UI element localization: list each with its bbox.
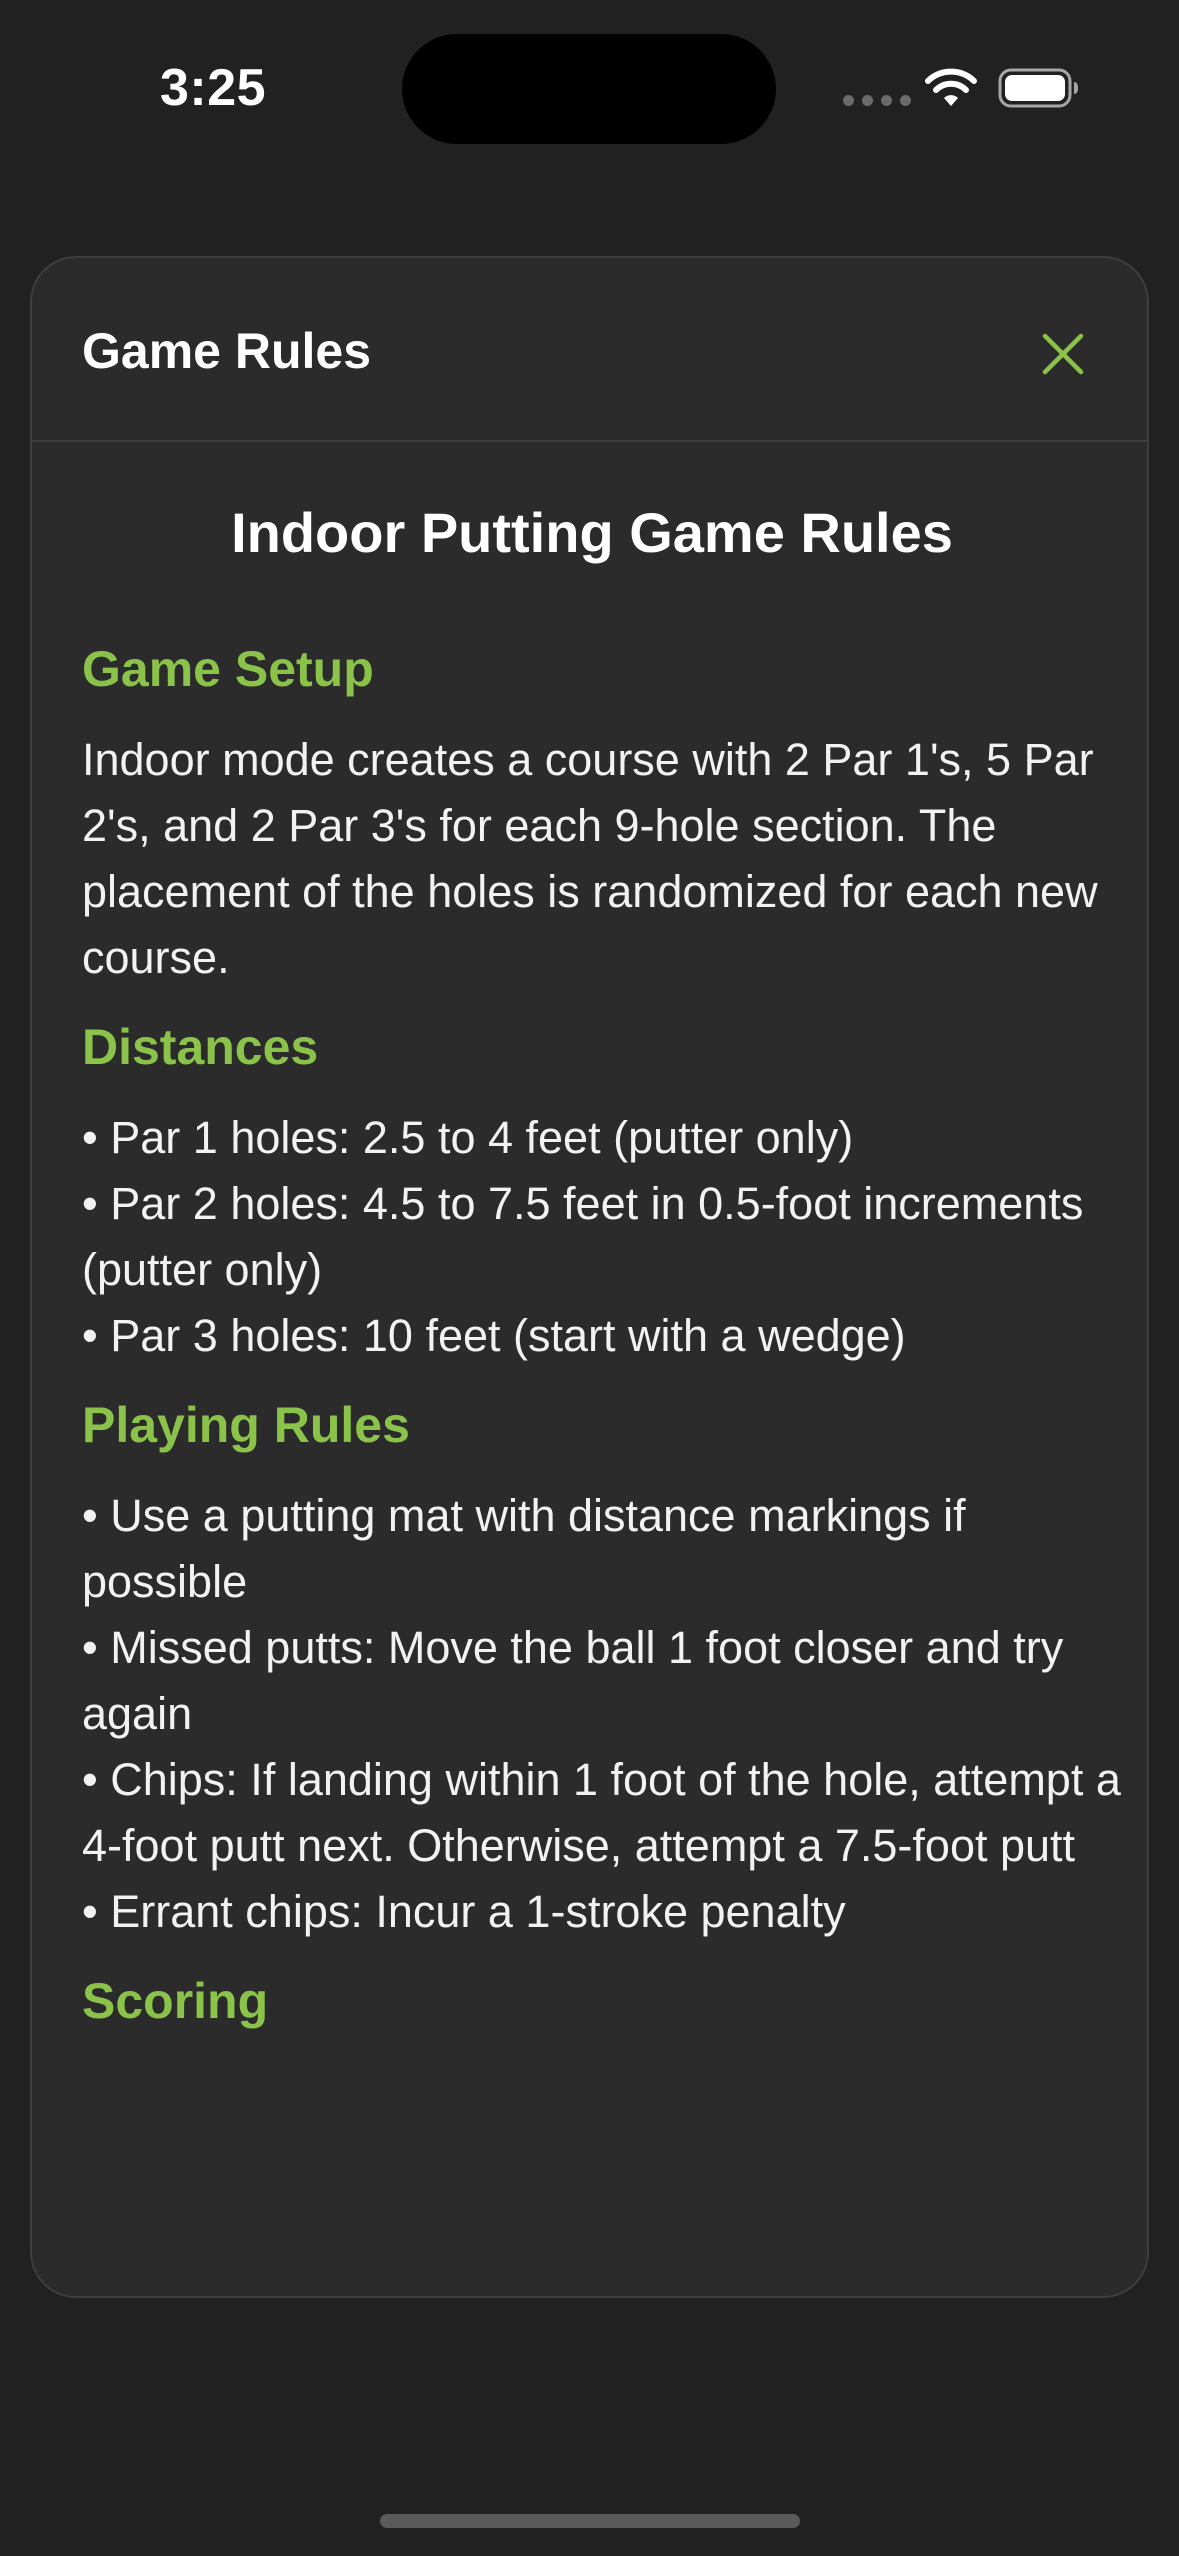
- list-item: • Chips: If landing within 1 foot of the…: [82, 1754, 1121, 1871]
- distances-list: • Par 1 holes: 2.5 to 4 feet (putter onl…: [82, 1105, 1122, 1369]
- wifi-icon: [925, 68, 977, 106]
- game-rules-sheet: Game Rules Indoor Putting Game Rules Gam…: [30, 256, 1149, 2298]
- list-item: • Par 3 holes: 10 feet (start with a wed…: [82, 1310, 906, 1361]
- scoring-heading: Scoring: [82, 1973, 269, 2029]
- game-setup-heading: Game Setup: [82, 641, 374, 697]
- distances-heading: Distances: [82, 1019, 319, 1075]
- cellular-signal-icon: [843, 95, 911, 106]
- close-icon[interactable]: [1035, 326, 1091, 382]
- rules-content[interactable]: Indoor Putting Game Rules Game Setup Ind…: [82, 442, 1122, 2031]
- game-setup-body: Indoor mode creates a course with 2 Par …: [82, 734, 1098, 983]
- list-item: • Par 2 holes: 4.5 to 7.5 feet in 0.5-fo…: [82, 1178, 1084, 1295]
- list-item: • Missed putts: Move the ball 1 foot clo…: [82, 1622, 1064, 1739]
- rules-title: Indoor Putting Game Rules: [231, 501, 953, 564]
- playing-rules-heading: Playing Rules: [82, 1397, 410, 1453]
- sheet-header: Game Rules: [32, 258, 1147, 442]
- home-indicator[interactable]: [380, 2514, 800, 2528]
- playing-rules-list: • Use a putting mat with distance markin…: [82, 1483, 1122, 1945]
- dynamic-island: [402, 34, 776, 144]
- battery-icon: [998, 68, 1078, 108]
- status-time: 3:25: [160, 59, 267, 117]
- list-item: • Par 1 holes: 2.5 to 4 feet (putter onl…: [82, 1112, 854, 1163]
- list-item: • Errant chips: Incur a 1-stroke penalty: [82, 1886, 846, 1937]
- sheet-title: Game Rules: [82, 323, 372, 379]
- list-item: • Use a putting mat with distance markin…: [82, 1490, 966, 1607]
